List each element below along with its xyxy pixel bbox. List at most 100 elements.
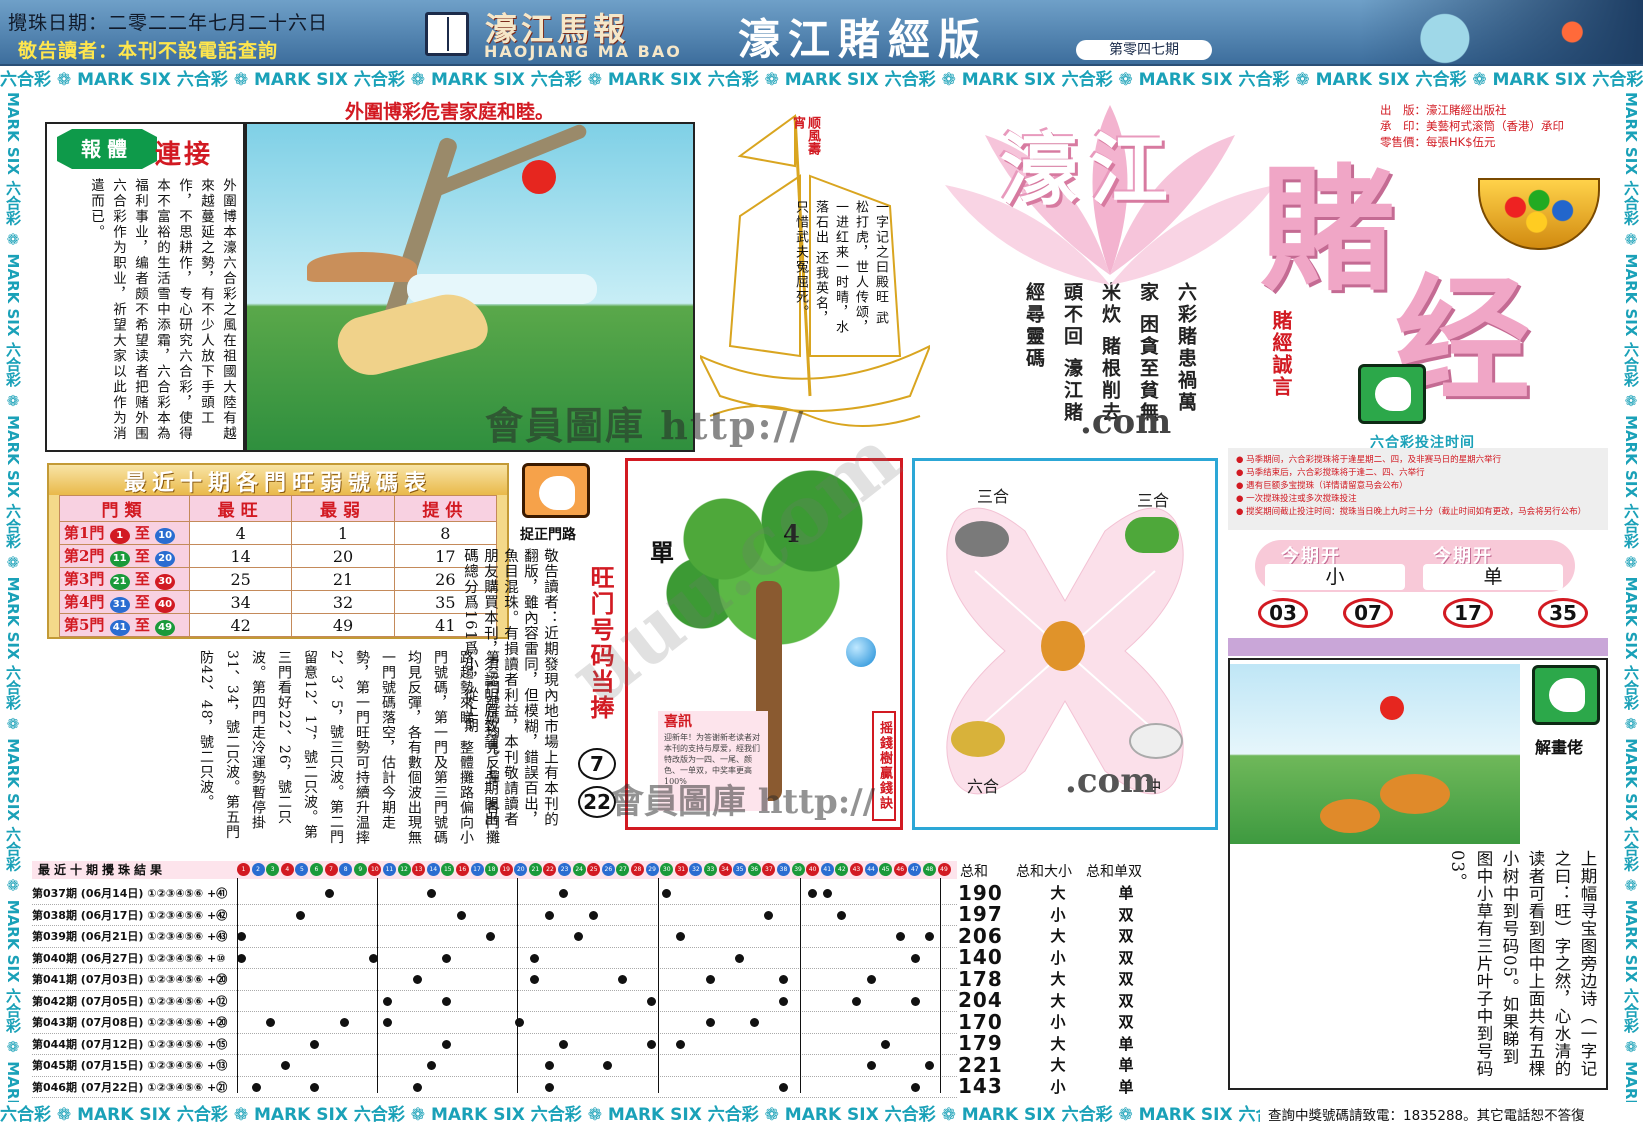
sum-value: 179 [958, 1031, 1003, 1056]
fox [1320, 799, 1380, 833]
stats-row: 第5門 41 至 49 42 49 41 [59, 613, 498, 637]
number-ball: 21 [528, 863, 542, 876]
grid-divider [517, 878, 518, 1093]
drawn-number-dot [295, 910, 305, 920]
weak-cell: 20 [291, 544, 395, 568]
drawn-number-dot [573, 932, 583, 941]
results-row: 第046期 (07月22日) ①②③④⑤⑥ +㉑ [32, 1077, 957, 1098]
mark-six-band-top: 六合彩 ❁ MARK SIX 六合彩 ❁ MARK SIX 六合彩 ❁ MARK… [0, 70, 1643, 90]
drawn-number-dot [617, 975, 627, 984]
drawn-number-dot [529, 953, 539, 963]
edition-title: 濠江賭經版 [738, 15, 989, 64]
number-ball-strip: 1 2 3 4 5 6 7 8 9 10 11 12 13 14 15 16 17 18 19 20 21 22 23 24 2… [237, 863, 952, 877]
sum-value: 170 [958, 1009, 1003, 1034]
dragon-icon [951, 721, 1005, 757]
stats-body: 第1門 1 至 10 4 1 8 第2門 11 至 20 14 20 17 第3門 21 至 3… [59, 521, 498, 637]
sum-value: 206 [958, 923, 1003, 948]
drawn-number-dot [427, 889, 437, 898]
number-ball: 4 [280, 863, 294, 876]
mark-six-band-bottom: 六合彩 ❁ MARK SIX 六合彩 ❁ MARK SIX 六合彩 ❁ MARK… [0, 1105, 1260, 1125]
tag-baoti: 報體 [57, 129, 157, 169]
door-to-ball: 30 [155, 574, 176, 590]
tip-cell: 8 [393, 521, 498, 545]
query-phone-line: 查詢中獎號碼請致電：1835288。其它電話恕不答復 [1268, 1108, 1585, 1124]
number-ball: 5 [295, 863, 309, 876]
number-ball: 43 [849, 863, 863, 876]
sum-value: 140 [958, 945, 1003, 970]
door-name: 第1門 [64, 524, 105, 542]
drawn-number-dot [442, 996, 452, 1006]
watermark-dotcom: .com [1065, 761, 1157, 801]
title-chengyan: 賭經誠言 [1269, 310, 1293, 398]
results-row-label: 第045期 (07月15日) ①②③④⑤⑥ +⑬ [32, 1059, 228, 1072]
drawn-number-dot [544, 1061, 554, 1070]
drawn-number-dot [705, 1018, 715, 1027]
drawn-number-dot [822, 889, 832, 898]
number-ball: 22 [543, 863, 557, 876]
drawn-number-dot [339, 1018, 349, 1027]
drawn-number-dot [881, 1039, 891, 1049]
results-row-grid [237, 1055, 952, 1076]
book-logo-icon [425, 12, 469, 56]
results-row-label: 第039期 (06月21日) ①②③④⑤⑥ +㊸ [32, 930, 228, 943]
drawn-number-dot [910, 1082, 920, 1092]
results-row-label: 第038期 (06月17日) ①②③④⑤⑥ +㊷ [32, 908, 228, 922]
hot-cell: 42 [188, 613, 293, 637]
hot-cell: 4 [188, 521, 293, 545]
number-ball: 36 [747, 863, 761, 876]
door-to-ball: 20 [155, 551, 176, 567]
masthead-english: HAOJIANG MA BAO [484, 42, 682, 61]
watermark-text: 會員圖庫 http:// [485, 403, 806, 448]
fox-illustration [1230, 664, 1520, 844]
drawn-number-dot [237, 953, 246, 963]
results-row-label: 第041期 (07月03日) ①②③④⑤⑥ +⑳ [32, 973, 228, 986]
number-ball: 10 [368, 863, 382, 876]
bet-time-notes: ● 马季期间，六合彩搅珠将于逢星期二、四，及非赛马日的星期六举行 ● 马季结束后… [1228, 448, 1608, 530]
number-ball: 1 [237, 863, 250, 876]
number-ball: 29 [645, 863, 659, 876]
number-ball: 2 [251, 863, 265, 876]
riddle-explanation: 上期幅寻宝图旁边诗（一字记之曰：旺）字之然，心水清的读者可看到图中上面共有五棵小… [1448, 850, 1597, 1078]
sum-size: 小 [1050, 905, 1066, 924]
number-ball: 42 [835, 863, 849, 876]
stats-row: 第4門 31 至 40 34 32 35 [59, 590, 498, 614]
number-ball: 18 [485, 863, 499, 876]
number-ball: 3 [266, 863, 280, 876]
drawn-number-dot [266, 1018, 276, 1027]
current-size: 小 [1265, 564, 1405, 590]
drawn-number-dot [896, 932, 906, 941]
drawn-number-dot [442, 953, 452, 963]
stats-table: 門類 最旺 最弱 提供 第1門 1 至 10 4 1 8 第2門 11 至 20 14 20… [59, 495, 498, 637]
sum-size: 大 [1050, 991, 1066, 1010]
sun-icon [1380, 696, 1404, 720]
drawn-number-dot [588, 910, 598, 920]
sum-odd-even: 单 [1118, 884, 1134, 903]
drawn-number-dot [749, 1018, 759, 1027]
number-ball: 12 [397, 863, 411, 876]
door-from-ball: 21 [109, 574, 130, 590]
sum-value: 204 [958, 988, 1003, 1013]
number-ball: 33 [704, 863, 717, 876]
sum-row: 206 大 双 [958, 923, 1158, 948]
door-cell: 第3門 21 至 30 [59, 567, 190, 591]
grid-divider [940, 878, 941, 1093]
results-row: 第039期 (06月21日) ①②③④⑤⑥ +㊸ [32, 926, 957, 948]
sum-odd-even: 双 [1118, 948, 1134, 967]
number-ball: 16 [455, 863, 469, 876]
number-ball: 47 [908, 863, 922, 876]
number-ball: 6 [309, 863, 323, 876]
door-name: 第3門 [64, 570, 105, 588]
number-ball: 45 [879, 863, 893, 876]
door-cell: 第5門 41 至 49 [59, 613, 190, 637]
sum-row: 170 小 双 [958, 1009, 1158, 1034]
door-name: 第2門 [64, 547, 105, 565]
door-to-ball: 49 [155, 620, 176, 636]
results-row: 第040期 (06月27日) ①②③④⑤⑥ +⑩ [32, 948, 957, 969]
results-grid: 第037期 (06月14日) ①②③④⑤⑥ +㊶ 第038期 (06月17日) ①… [32, 883, 957, 1098]
results-row: 第043期 (07月08日) ①②③④⑤⑥ +⑳ [32, 1012, 957, 1034]
writing-hand-icon [1532, 665, 1600, 725]
drawn-number-dot [705, 975, 715, 984]
number-ball: 19 [499, 863, 513, 876]
bet-note: ● 一次搅珠投注或多次搅珠投注 [1236, 494, 1357, 504]
results-row-grid [237, 948, 952, 969]
